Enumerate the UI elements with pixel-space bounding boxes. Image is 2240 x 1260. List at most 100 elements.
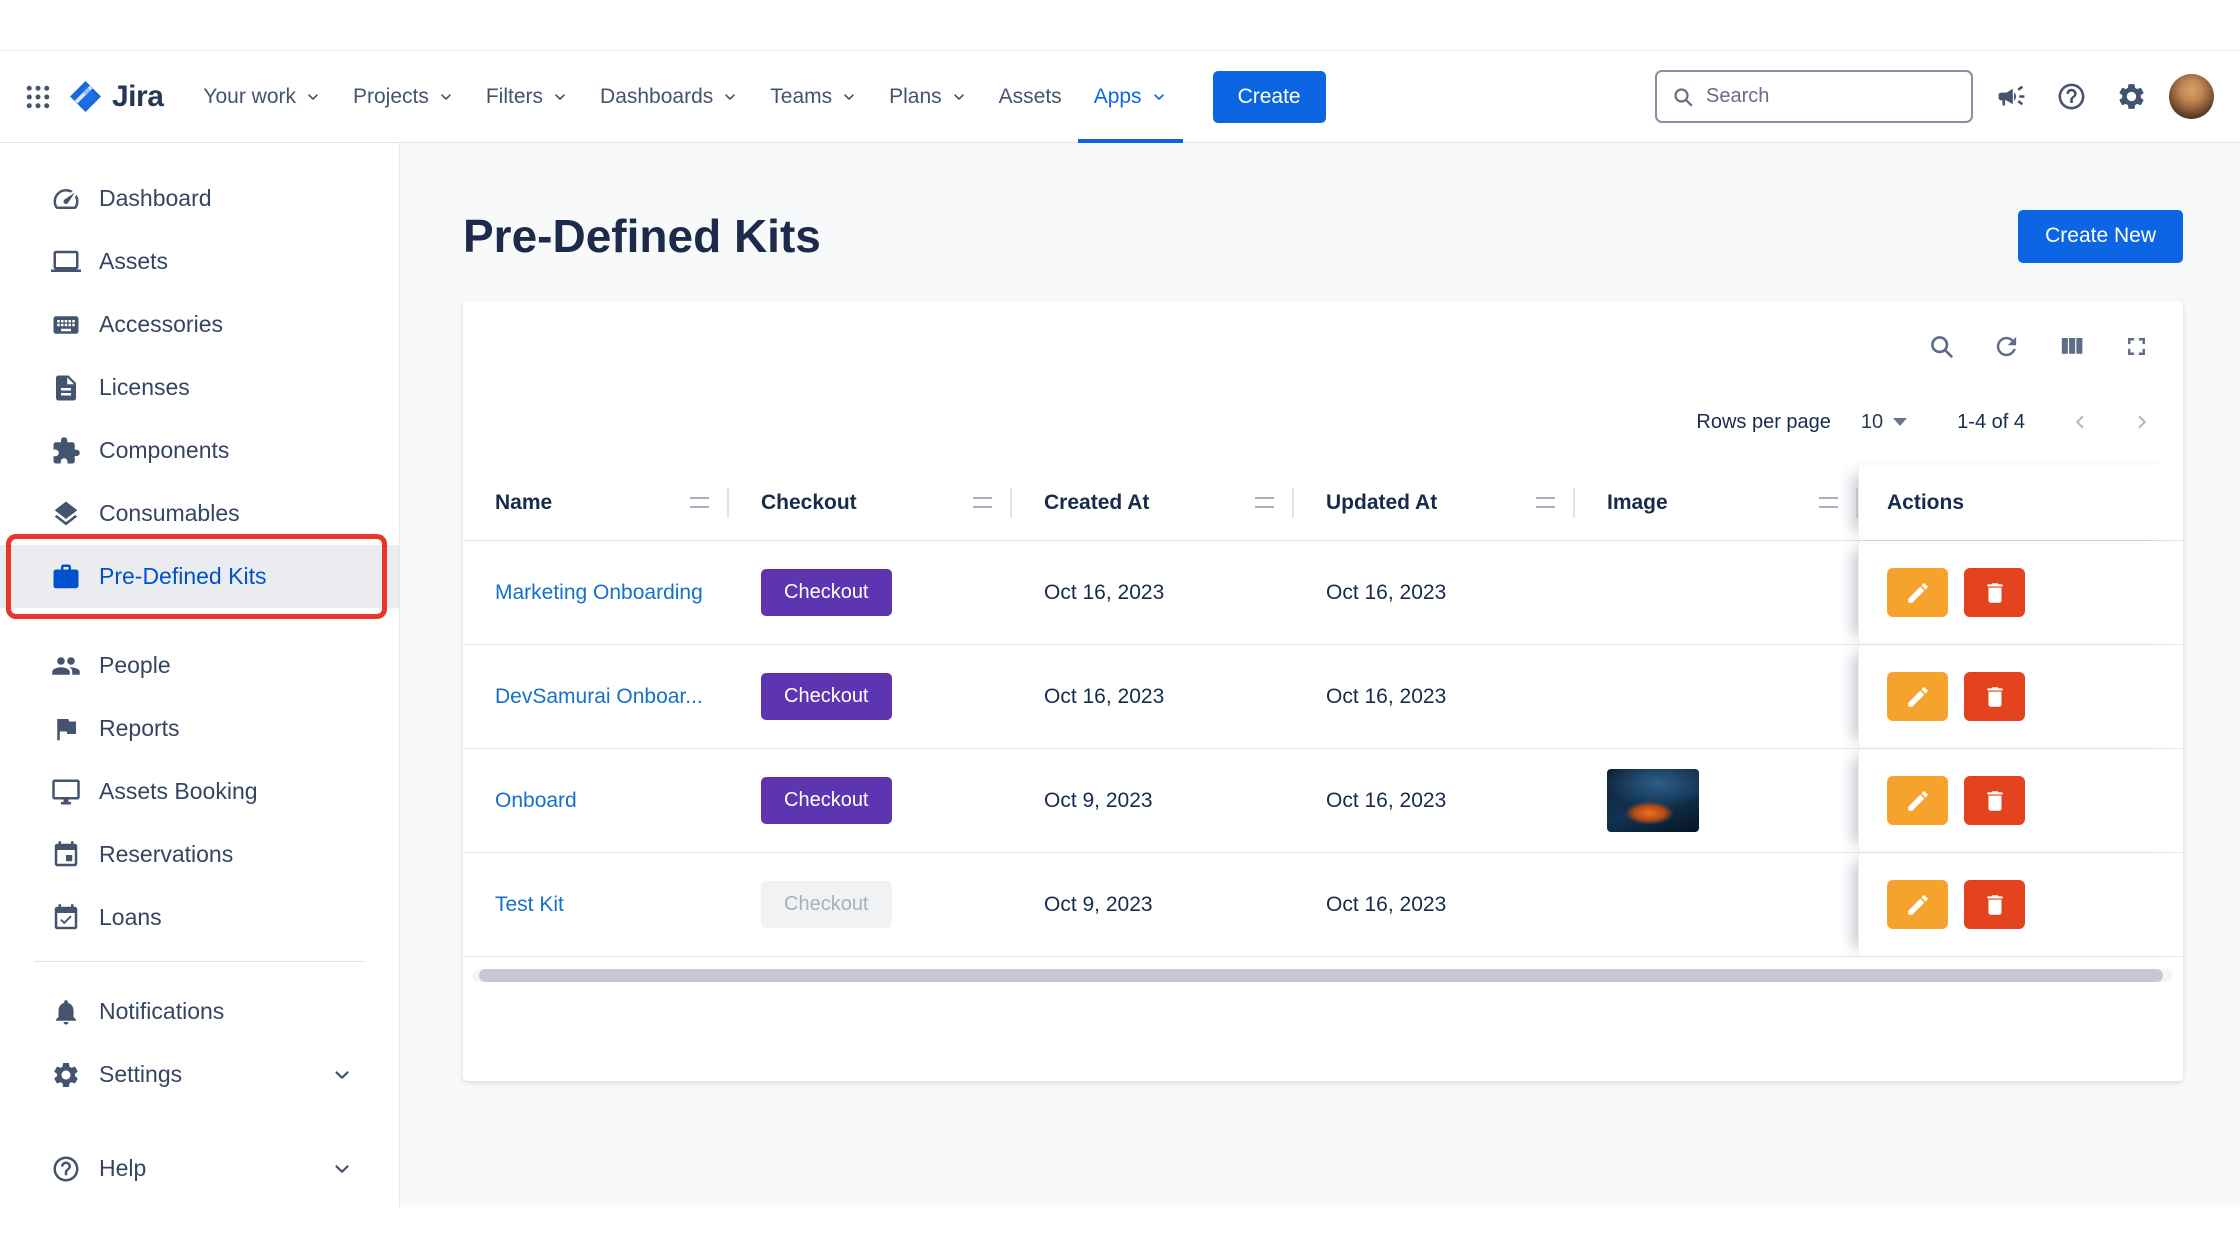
nav-item-your-work[interactable]: Your work (187, 51, 337, 143)
sidebar-item-assets[interactable]: Assets (0, 230, 399, 293)
sidebar-item-pre-defined-kits[interactable]: Pre-Defined Kits (0, 545, 399, 608)
nav-item-filters[interactable]: Filters (470, 51, 584, 143)
cell-checkout: Checkout (729, 749, 1012, 852)
kit-name-link[interactable]: DevSamurai Onboar... (495, 685, 703, 709)
next-page-button[interactable] (2125, 405, 2159, 439)
megaphone-icon (1996, 81, 2027, 112)
sidebar-item-consumables[interactable]: Consumables (0, 482, 399, 545)
announcements-button[interactable] (1989, 75, 2033, 119)
sidebar-item-settings[interactable]: Settings (0, 1043, 399, 1106)
search-input[interactable] (1706, 85, 1957, 108)
edit-button[interactable] (1887, 672, 1948, 721)
nav-item-projects[interactable]: Projects (337, 51, 470, 143)
nav-item-apps[interactable]: Apps (1078, 51, 1183, 143)
sidebar-item-notifications[interactable]: Notifications (0, 980, 399, 1043)
global-search[interactable] (1655, 70, 1973, 123)
previous-page-button[interactable] (2063, 405, 2097, 439)
kit-image-thumbnail[interactable] (1607, 769, 1699, 832)
pagination-bar: Rows per page 10 1-4 of 4 (463, 405, 2183, 439)
delete-button[interactable] (1964, 568, 2025, 617)
chevron-down-icon (331, 1064, 353, 1086)
sidebar-item-reports[interactable]: Reports (0, 697, 399, 760)
nav-item-label: Your work (203, 85, 296, 109)
delete-button[interactable] (1964, 880, 2025, 929)
column-drag-handle-icon[interactable] (1819, 497, 1838, 508)
sidebar-item-help[interactable]: Help (0, 1137, 399, 1200)
sidebar-item-reservations[interactable]: Reservations (0, 823, 399, 886)
column-drag-handle-icon[interactable] (690, 497, 709, 508)
table-fullscreen-button[interactable] (2119, 329, 2153, 363)
edit-button[interactable] (1887, 880, 1948, 929)
checkout-button[interactable]: Checkout (761, 673, 892, 720)
table-refresh-button[interactable] (1989, 329, 2023, 363)
sidebar-item-label: Help (99, 1155, 146, 1182)
user-avatar[interactable] (2169, 74, 2214, 119)
chevron-down-icon (722, 89, 738, 105)
cell-checkout: Checkout (729, 541, 1012, 644)
sidebar-item-dashboard[interactable]: Dashboard (0, 167, 399, 230)
sidebar-item-assets-booking[interactable]: Assets Booking (0, 760, 399, 823)
nav-item-label: Teams (770, 85, 832, 109)
sidebar-item-people[interactable]: People (0, 634, 399, 697)
puzzle-icon (51, 436, 81, 466)
nav-item-plans[interactable]: Plans (873, 51, 983, 143)
kit-name-link[interactable]: Marketing Onboarding (495, 581, 703, 605)
column-header-name[interactable]: Name (463, 465, 729, 540)
pencil-icon (1905, 580, 1931, 606)
cell-actions (1858, 853, 2183, 956)
column-drag-handle-icon[interactable] (1536, 497, 1555, 508)
delete-button[interactable] (1964, 776, 2025, 825)
checkout-button[interactable]: Checkout (761, 777, 892, 824)
horizontal-scrollbar-thumb[interactable] (479, 969, 2163, 982)
column-drag-handle-icon[interactable] (1255, 497, 1274, 508)
sidebar-item-label: Pre-Defined Kits (99, 563, 266, 590)
edit-button[interactable] (1887, 776, 1948, 825)
nav-item-dashboards[interactable]: Dashboards (584, 51, 754, 143)
nav-item-teams[interactable]: Teams (754, 51, 873, 143)
create-new-button[interactable]: Create New (2018, 210, 2183, 263)
rows-per-page-select[interactable]: 10 (1861, 411, 1907, 434)
cell-checkout: Checkout (729, 645, 1012, 748)
column-header-created-at[interactable]: Created At (1012, 465, 1294, 540)
nav-item-assets[interactable]: Assets (983, 51, 1078, 143)
jira-logo[interactable]: Jira (68, 79, 163, 114)
cell-created-at: Oct 16, 2023 (1012, 541, 1294, 644)
settings-button[interactable] (2109, 75, 2153, 119)
laptop-icon (51, 247, 81, 277)
gear-icon (51, 1060, 81, 1090)
column-header-image[interactable]: Image (1575, 465, 1858, 540)
kit-name-link[interactable]: Onboard (495, 789, 577, 813)
nav-item-label: Apps (1094, 85, 1142, 109)
column-drag-handle-icon[interactable] (973, 497, 992, 508)
sidebar-item-label: Components (99, 437, 229, 464)
dashboard-icon (51, 184, 81, 214)
column-header-updated-at[interactable]: Updated At (1294, 465, 1575, 540)
column-header-label: Updated At (1326, 491, 1437, 515)
create-button[interactable]: Create (1213, 71, 1326, 123)
search-icon (1671, 85, 1695, 109)
sidebar-item-licenses[interactable]: Licenses (0, 356, 399, 419)
sidebar-section-gap (0, 608, 399, 634)
table-columns-button[interactable] (2054, 329, 2088, 363)
sidebar-item-label: People (99, 652, 171, 679)
delete-button[interactable] (1964, 672, 2025, 721)
cell-updated-at: Oct 16, 2023 (1294, 541, 1575, 644)
column-header-checkout[interactable]: Checkout (729, 465, 1012, 540)
sidebar-item-accessories[interactable]: Accessories (0, 293, 399, 356)
kits-table: Name Checkout Created At (463, 465, 2183, 982)
nav-item-label: Plans (889, 85, 942, 109)
chevron-down-icon (951, 89, 967, 105)
kit-name-link[interactable]: Test Kit (495, 893, 564, 917)
app-switcher-button[interactable] (16, 75, 60, 119)
edit-button[interactable] (1887, 568, 1948, 617)
calendar-check-icon (51, 903, 81, 933)
help-button[interactable] (2049, 75, 2093, 119)
sidebar-item-components[interactable]: Components (0, 419, 399, 482)
cell-actions (1858, 541, 2183, 644)
columns-icon (2057, 332, 2086, 361)
table-search-button[interactable] (1924, 329, 1958, 363)
help-circle-icon (51, 1154, 81, 1184)
sidebar-item-loans[interactable]: Loans (0, 886, 399, 949)
checkout-button[interactable]: Checkout (761, 569, 892, 616)
nav-item-label: Dashboards (600, 85, 713, 109)
